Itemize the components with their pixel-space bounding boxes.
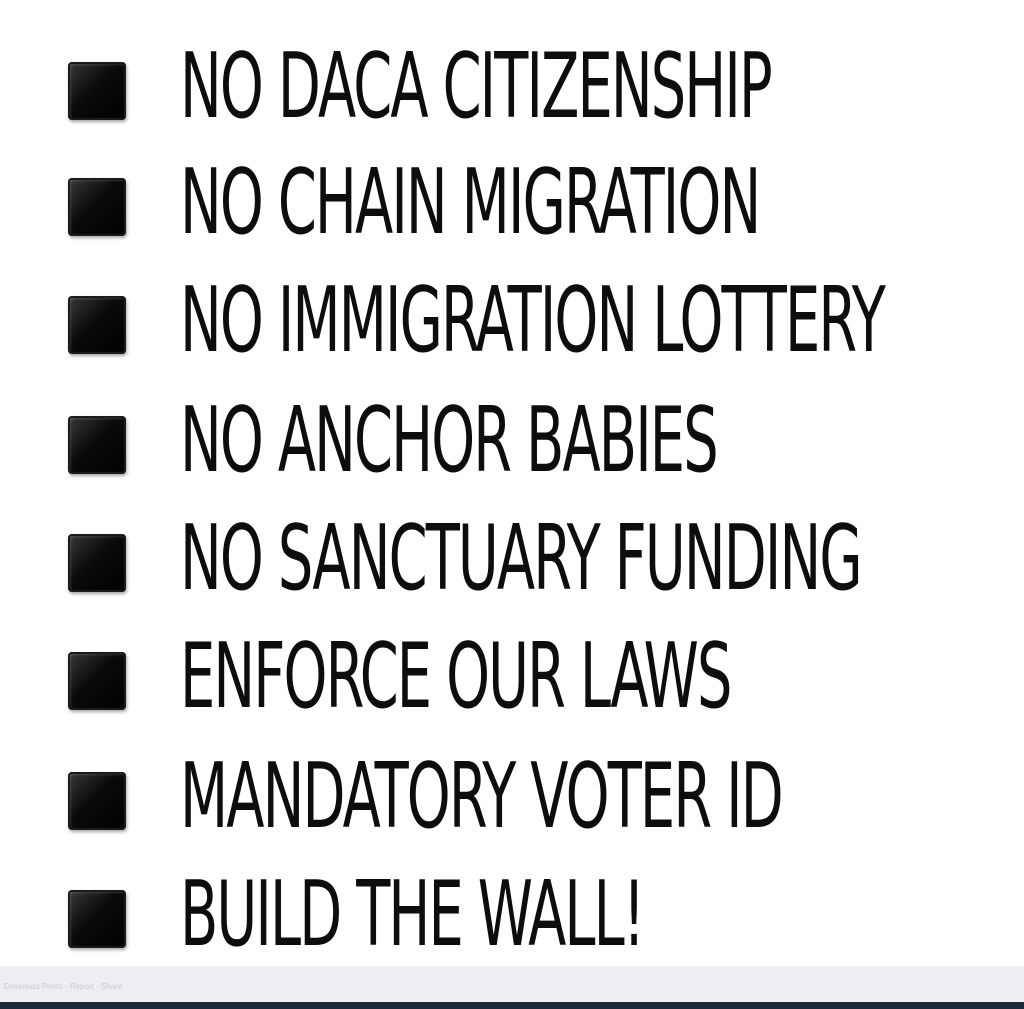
black-square-icon (68, 178, 126, 236)
list-item: NO CHAIN MIGRATION (0, 150, 1024, 268)
list-item: BUILD THE WALL! (0, 858, 1024, 976)
list-item-label: NO DACA CITIZENSHIP (180, 34, 773, 139)
list-item: NO DACA CITIZENSHIP (0, 32, 1024, 150)
list-item-label: NO ANCHOR BABIES (180, 388, 719, 493)
checklist: NO DACA CITIZENSHIP NO CHAIN MIGRATION N… (0, 0, 1024, 968)
black-square-icon (68, 890, 126, 948)
black-square-icon (68, 62, 126, 120)
list-item-label: MANDATORY VOTER ID (180, 744, 784, 849)
black-square-icon (68, 296, 126, 354)
list-item: ENFORCE OUR LAWS (0, 622, 1024, 740)
list-item-label: BUILD THE WALL! (180, 862, 645, 967)
black-square-icon (68, 772, 126, 830)
list-item: MANDATORY VOTER ID (0, 740, 1024, 858)
list-item: NO IMMIGRATION LOTTERY (0, 268, 1024, 386)
black-square-icon (68, 416, 126, 474)
list-item-label: ENFORCE OUR LAWS (180, 624, 732, 729)
footer-bar: Download Photo · Report · Share (0, 966, 1024, 1002)
list-item-label: NO IMMIGRATION LOTTERY (180, 268, 886, 373)
list-item: NO SANCTUARY FUNDING (0, 504, 1024, 622)
list-item-label: NO CHAIN MIGRATION (180, 150, 761, 255)
black-square-icon (68, 534, 126, 592)
black-square-icon (68, 652, 126, 710)
list-item-label: NO SANCTUARY FUNDING (180, 506, 863, 611)
footer-caption[interactable]: Download Photo · Report · Share (4, 982, 122, 991)
bottom-strip (0, 1002, 1024, 1009)
list-item: NO ANCHOR BABIES (0, 386, 1024, 504)
